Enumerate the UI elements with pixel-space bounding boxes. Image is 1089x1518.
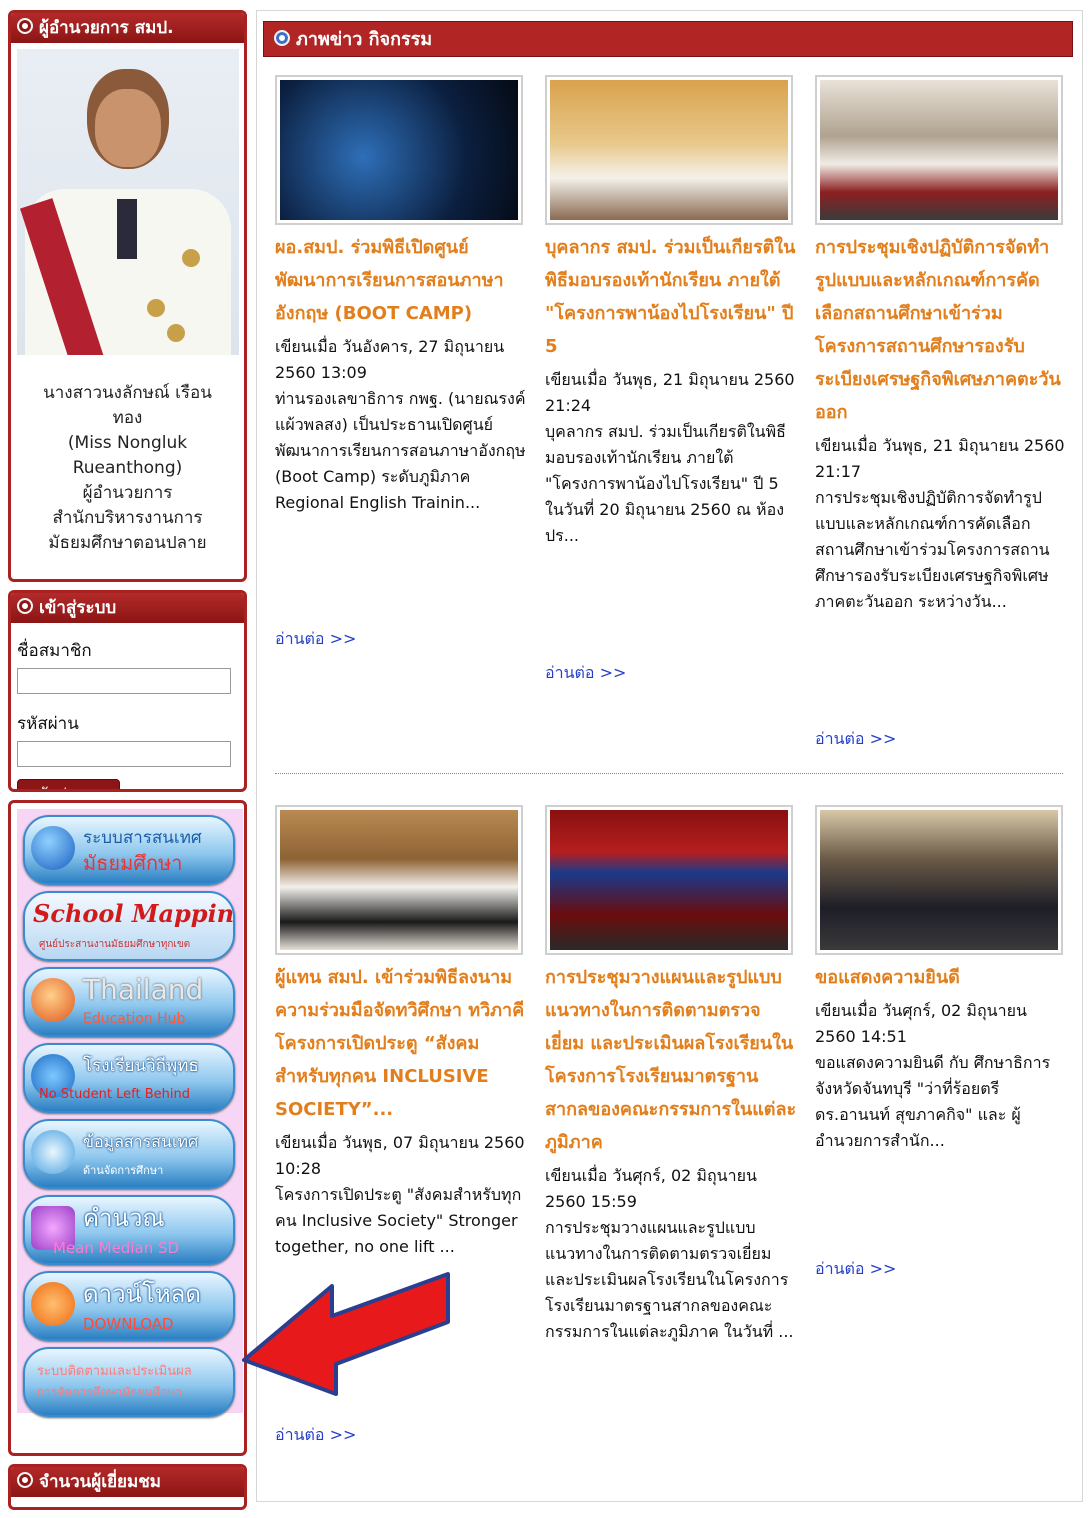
news-item: บุคลากร สมป. ร่วมเป็นเกียรติในพิธีมอบรอง… (545, 75, 797, 549)
username-input[interactable] (17, 668, 231, 694)
read-more-link[interactable]: อ่านต่อ >> (815, 727, 896, 752)
password-label: รหัสผ่าน (17, 714, 79, 734)
news-thumbnail[interactable] (545, 75, 793, 225)
banner-evaluation-system[interactable]: ระบบติดตามและประเมินผล การจัดการศึกษามัธ… (23, 1347, 235, 1417)
director-name: นางสาวนงลักษณ์ เรือน ทอง (Miss Nongluk R… (43, 383, 212, 553)
news-title-link[interactable]: ผอ.สมป. ร่วมพิธีเปิดศูนย์พัฒนาการเรียนกา… (275, 231, 527, 330)
director-photo (16, 49, 239, 355)
banner-download[interactable]: ดาวน์โหลด DOWNLOAD (23, 1271, 235, 1341)
banner-school-mapping[interactable]: School Mapping ศูนย์ประสานงานมัธยมศึกษาท… (23, 891, 235, 961)
visitors-box-title: จำนวนผู้เยี่ยมชม (11, 1467, 244, 1497)
row-divider (275, 773, 1063, 774)
news-title-link[interactable]: บุคลากร สมป. ร่วมเป็นเกียรติในพิธีมอบรอง… (545, 231, 797, 363)
info-icon (31, 826, 75, 870)
news-title-link[interactable]: ผู้แทน สมป. เข้าร่วมพิธีลงนามความร่วมมือ… (275, 961, 527, 1126)
read-more-link[interactable]: อ่านต่อ >> (275, 627, 356, 652)
book-icon (31, 1130, 75, 1174)
read-more-link[interactable]: อ่านต่อ >> (275, 1423, 356, 1448)
director-box: ผู้อำนวยการ สมป. นางสาวนงลักษณ์ เรือน ทอ… (8, 10, 247, 582)
news-date: เขียนเมื่อ วันศุกร์, 02 มิถุนายน 2560 15… (545, 1166, 757, 1211)
news-thumbnail[interactable] (815, 805, 1063, 955)
banner-education-data[interactable]: ข้อมูลสารสนเทศ ด้านจัดการศึกษา (23, 1119, 235, 1189)
bullet-icon (17, 18, 33, 34)
news-thumbnail[interactable] (275, 75, 523, 225)
bullet-icon (17, 598, 33, 614)
news-excerpt: ขอแสดงความยินดี กับ ศึกษาธิการจังหวัดจัน… (815, 1053, 1051, 1150)
banner-info-system[interactable]: ระบบสารสนเทศ มัธยมศึกษา (23, 815, 235, 885)
banner-list: ระบบสารสนเทศ มัธยมศึกษา School Mapping ศ… (17, 809, 243, 1417)
news-excerpt: การประชุมวางแผนและรูปแบบแนวทางในการติดตา… (545, 1218, 794, 1341)
news-excerpt: ท่านรองเลขาธิการ กพฐ. (นายณรงค์ แผ้วพลสง… (275, 389, 526, 512)
banner-no-student-left-behind[interactable]: โรงเรียนวิถีพุทธ No Student Left Behind (23, 1043, 235, 1113)
news-thumbnail[interactable] (815, 75, 1063, 225)
red-arrow-annotation (242, 1272, 450, 1396)
banner-education-hub[interactable]: Thailand Education Hub (23, 967, 235, 1037)
director-box-title: ผู้อำนวยการ สมป. (11, 13, 244, 43)
banner-calculator[interactable]: คำนวณ Mean Median SD (23, 1195, 235, 1265)
news-excerpt: โครงการเปิดประตู "สังคมสำหรับทุกคน Inclu… (275, 1185, 522, 1256)
left-sidebar: ผู้อำนวยการ สมป. นางสาวนงลักษณ์ เรือน ทอ… (8, 10, 247, 1518)
news-excerpt: การประชุมเชิงปฏิบัติการจัดทำรูปแบบและหลั… (815, 488, 1050, 611)
news-excerpt: บุคลากร สมป. ร่วมเป็นเกียรติในพิธีมอบรอง… (545, 422, 786, 545)
section-title: ภาพข่าว กิจกรรม (263, 21, 1073, 57)
news-item: การประชุมวางแผนและรูปแบบแนวทางในการติดตา… (545, 805, 797, 1345)
download-icon (31, 1282, 75, 1326)
bullet-icon (274, 30, 290, 46)
globe-icon (31, 978, 75, 1022)
news-title-link[interactable]: ขอแสดงความยินดี (815, 961, 1067, 994)
news-item: ผอ.สมป. ร่วมพิธีเปิดศูนย์พัฒนาการเรียนกา… (275, 75, 527, 516)
password-input[interactable] (17, 741, 231, 767)
news-thumbnail[interactable] (275, 805, 523, 955)
news-item: ผู้แทน สมป. เข้าร่วมพิธีลงนามความร่วมมือ… (275, 805, 527, 1260)
visitors-box: จำนวนผู้เยี่ยมชม (8, 1464, 247, 1510)
login-box: เข้าสู่ระบบ ชื่อสมาชิก รหัสผ่าน เข้าสู่ร… (8, 590, 247, 792)
news-item: การประชุมเชิงปฏิบัติการจัดทำรูปแบบและหลั… (815, 75, 1067, 615)
login-box-title: เข้าสู่ระบบ (11, 593, 244, 623)
news-thumbnail[interactable] (545, 805, 793, 955)
news-date: เขียนเมื่อ วันพุธ, 07 มิถุนายน 2560 10:2… (275, 1133, 525, 1178)
read-more-link[interactable]: อ่านต่อ >> (815, 1257, 896, 1282)
news-date: เขียนเมื่อ วันศุกร์, 02 มิถุนายน 2560 14… (815, 1001, 1027, 1046)
read-more-link[interactable]: อ่านต่อ >> (545, 661, 626, 686)
news-date: เขียนเมื่อ วันพุธ, 21 มิถุนายน 2560 21:2… (545, 370, 795, 415)
login-button[interactable]: เข้าสู่ระบบ (17, 779, 120, 789)
news-date: เขียนเมื่อ วันอังคาร, 27 มิถุนายน 2560 1… (275, 337, 505, 382)
news-title-link[interactable]: การประชุมวางแผนและรูปแบบแนวทางในการติดตา… (545, 961, 797, 1159)
username-label: ชื่อสมาชิก (17, 641, 92, 661)
news-date: เขียนเมื่อ วันพุธ, 21 มิถุนายน 2560 21:1… (815, 436, 1065, 481)
news-title-link[interactable]: การประชุมเชิงปฏิบัติการจัดทำรูปแบบและหลั… (815, 231, 1067, 429)
banner-box: ระบบสารสนเทศ มัธยมศึกษา School Mapping ศ… (8, 800, 247, 1456)
news-item: ขอแสดงความยินดี เขียนเมื่อ วันศุกร์, 02 … (815, 805, 1067, 1154)
